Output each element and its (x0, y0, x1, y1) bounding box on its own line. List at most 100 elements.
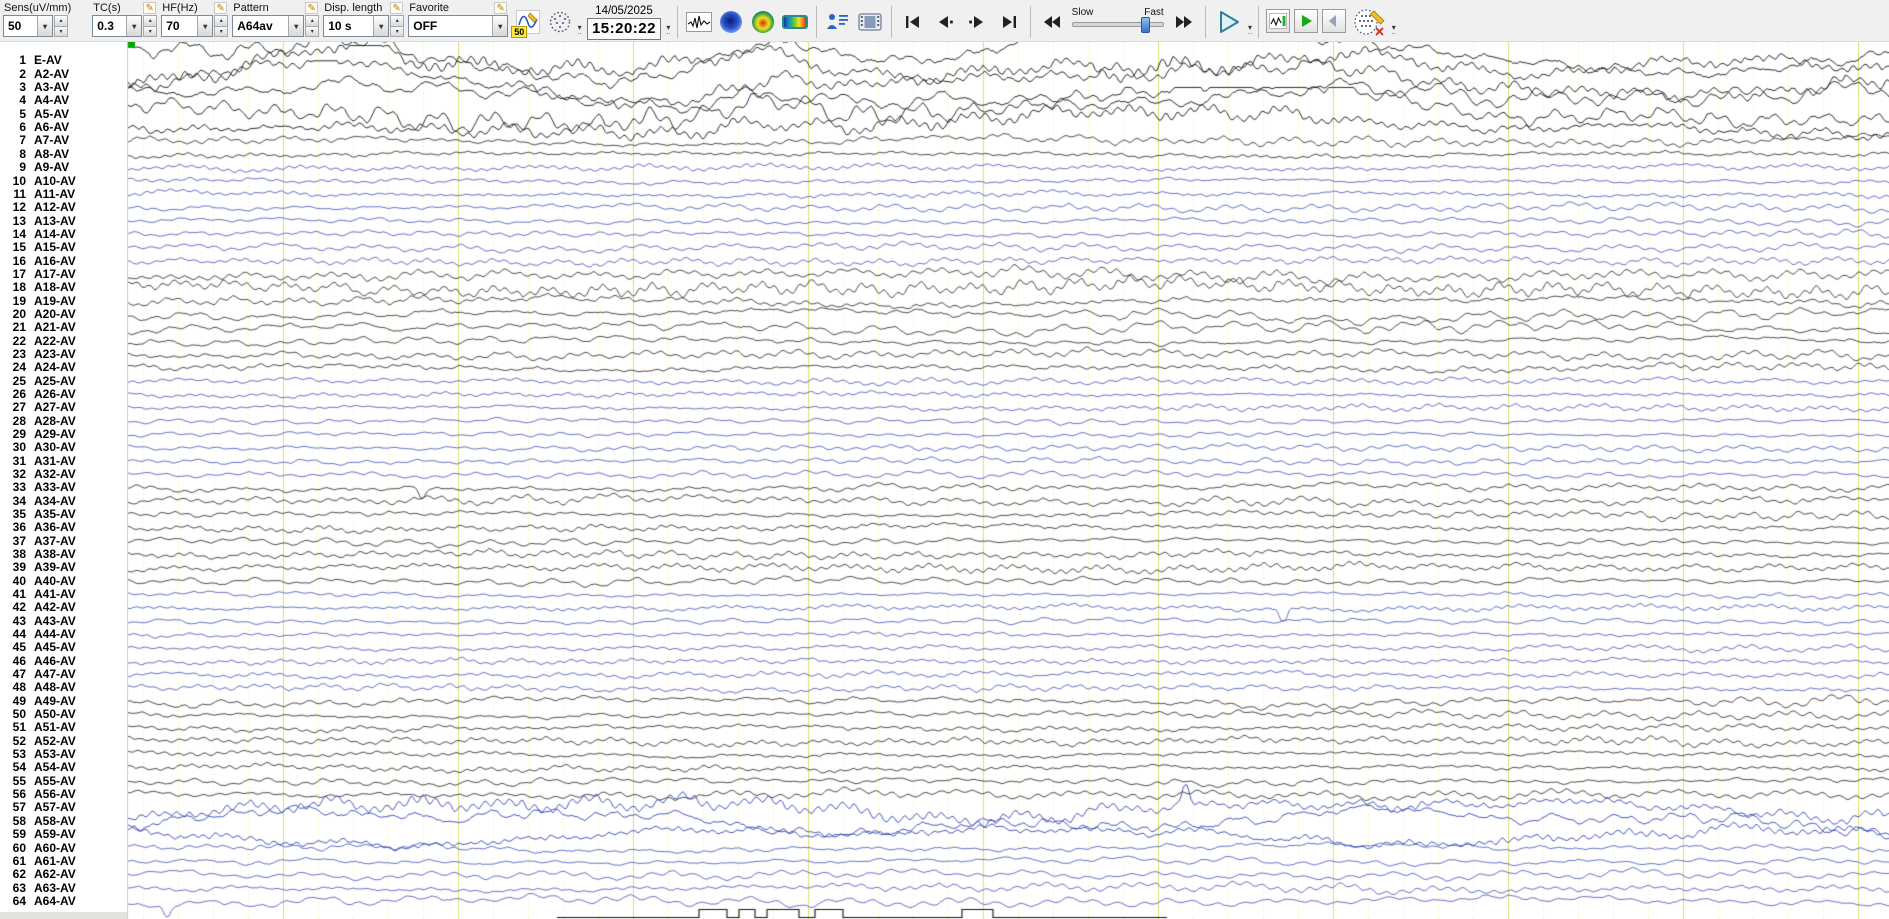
channel-label-row[interactable]: 51 A51-AV (0, 721, 127, 734)
control-spinner[interactable]: ▴ ▾ (54, 15, 68, 37)
brain-topomap-icon[interactable] (718, 9, 744, 35)
channel-label-row[interactable]: 63 A63-AV (0, 881, 127, 894)
control-combobox[interactable]: 10 s ▾ (323, 15, 390, 37)
channel-label-row[interactable]: 50 A50-AV (0, 708, 127, 721)
channel-label-row[interactable]: 48 A48-AV (0, 681, 127, 694)
skip-end-button[interactable] (996, 9, 1022, 35)
channel-label-row[interactable]: 49 A49-AV (0, 694, 127, 708)
channel-label-row[interactable]: 33 A33-AV (0, 481, 127, 494)
montage-edit-button[interactable] (1352, 7, 1388, 37)
channel-label-row[interactable]: 29 A29-AV (0, 427, 127, 441)
spinner-up-icon[interactable]: ▴ (214, 15, 229, 27)
spinner-up-icon[interactable]: ▴ (143, 15, 158, 27)
auto-play-button[interactable] (1294, 9, 1319, 33)
spinner-up-icon[interactable]: ▴ (390, 15, 405, 27)
channel-label-row[interactable]: 17 A17-AV (0, 267, 127, 281)
chevron-down-icon[interactable]: ▾ (492, 16, 508, 36)
channel-label-row[interactable]: 59 A59-AV (0, 828, 127, 841)
edit-pencil-icon[interactable]: ✎ (305, 2, 319, 14)
control-combobox[interactable]: OFF ▾ (408, 15, 509, 37)
edit-pencil-icon[interactable]: ✎ (143, 2, 157, 14)
channel-label-row[interactable]: 12 A12-AV (0, 201, 127, 214)
channel-label-row[interactable]: 47 A47-AV (0, 668, 127, 681)
channel-label-row[interactable]: 5 A5-AV (0, 107, 127, 121)
chevron-down-icon[interactable]: ▾ (37, 16, 52, 36)
channel-label-row[interactable]: 61 A61-AV (0, 854, 127, 868)
rewind-button[interactable] (1039, 9, 1065, 35)
spinner-down-icon[interactable]: ▾ (143, 26, 158, 37)
chevron-down-icon[interactable]: ▾ (288, 16, 304, 36)
control-combobox[interactable]: A64av ▾ (232, 15, 305, 37)
slider-handle[interactable] (1141, 17, 1151, 33)
channel-label-row[interactable]: 9 A9-AV (0, 161, 127, 174)
channel-label-row[interactable]: 55 A55-AV (0, 774, 127, 788)
channel-label-row[interactable]: 24 A24-AV (0, 361, 127, 374)
channel-label-row[interactable]: 1 E-AV (0, 54, 127, 67)
spinner-up-icon[interactable]: ▴ (305, 15, 320, 27)
channel-label-row[interactable]: 13 A13-AV (0, 214, 127, 227)
edit-pencil-icon[interactable]: ✎ (390, 2, 404, 14)
step-forward-button[interactable] (964, 9, 990, 35)
chevron-down-icon[interactable]: ▾ (373, 16, 389, 36)
trend-panel-button[interactable] (1266, 9, 1291, 33)
channel-label-row[interactable]: 22 A22-AV (0, 334, 127, 347)
channel-label-row[interactable]: 31 A31-AV (0, 454, 127, 468)
chevron-down-icon[interactable]: ▾ (126, 16, 142, 36)
channel-label-row[interactable]: 3 A3-AV (0, 81, 127, 94)
dropdown-arrow-icon[interactable]: ▾ ‥ (577, 24, 582, 37)
channel-label-row[interactable]: 25 A25-AV (0, 374, 127, 387)
channel-label-row[interactable]: 21 A21-AV (0, 321, 127, 334)
channel-label-row[interactable]: 4 A4-AV (0, 94, 127, 107)
channel-label-row[interactable]: 34 A34-AV (0, 494, 127, 508)
channel-label-row[interactable]: 46 A46-AV (0, 654, 127, 668)
channel-label-row[interactable]: 10 A10-AV (0, 174, 127, 187)
dropdown-arrow-icon[interactable]: ▾ ‥ (1391, 24, 1396, 37)
control-spinner[interactable]: ▴ ▾ (305, 15, 320, 37)
channel-label-row[interactable]: 14 A14-AV (0, 227, 127, 241)
channel-label-row[interactable]: 42 A42-AV (0, 601, 127, 614)
channel-label-row[interactable]: 2 A2-AV (0, 67, 127, 81)
speed-slider[interactable]: Slow Fast (1071, 7, 1164, 33)
control-spinner[interactable]: ▴ ▾ (214, 15, 229, 37)
channel-label-row[interactable]: 53 A53-AV (0, 748, 127, 761)
channel-label-row[interactable]: 7 A7-AV (0, 134, 127, 147)
channel-label-row[interactable]: 57 A57-AV (0, 801, 127, 814)
channel-label-row[interactable]: 35 A35-AV (0, 508, 127, 521)
play-button[interactable] (1214, 7, 1244, 37)
spinner-down-icon[interactable]: ▾ (214, 26, 229, 37)
channel-label-row[interactable]: 18 A18-AV (0, 281, 127, 294)
control-combobox[interactable]: 70 ▾ (161, 15, 214, 37)
channel-label-row[interactable]: 64 A64-AV (0, 894, 127, 908)
channel-label-row[interactable]: 44 A44-AV (0, 628, 127, 641)
patient-info-icon[interactable] (825, 9, 851, 35)
channel-label-row[interactable]: 26 A26-AV (0, 387, 127, 401)
channel-label-row[interactable]: 20 A20-AV (0, 307, 127, 321)
dropdown-arrow-icon[interactable]: ▾ ‥ (1248, 24, 1253, 37)
channel-label-row[interactable]: 52 A52-AV (0, 734, 127, 748)
dropdown-arrow-icon[interactable]: ▾ ‥ (666, 24, 671, 37)
channel-label-row[interactable]: 6 A6-AV (0, 121, 127, 134)
channel-label-row[interactable]: 37 A37-AV (0, 534, 127, 548)
chevron-down-icon[interactable]: ▾ (197, 16, 213, 36)
spinner-down-icon[interactable]: ▾ (305, 26, 320, 37)
fast-forward-button[interactable] (1171, 9, 1197, 35)
spinner-down-icon[interactable]: ▾ (54, 26, 68, 37)
channel-label-row[interactable]: 39 A39-AV (0, 561, 127, 574)
channel-label-row[interactable]: 36 A36-AV (0, 521, 127, 534)
control-combobox[interactable]: 50 ▾ (3, 15, 53, 37)
channel-label-row[interactable]: 8 A8-AV (0, 147, 127, 161)
channel-label-row[interactable]: 58 A58-AV (0, 814, 127, 828)
channel-label-row[interactable]: 54 A54-AV (0, 761, 127, 774)
channel-label-row[interactable]: 56 A56-AV (0, 788, 127, 801)
edit-pencil-icon[interactable]: ✎ (494, 2, 508, 14)
channel-label-row[interactable]: 62 A62-AV (0, 868, 127, 881)
control-combobox[interactable]: 0.3 ▾ (92, 15, 143, 37)
control-spinner[interactable]: ▴ ▾ (390, 15, 405, 37)
waveform-view-icon[interactable] (685, 9, 712, 35)
channel-label-row[interactable]: 23 A23-AV (0, 347, 127, 361)
channel-label-row[interactable]: 15 A15-AV (0, 241, 127, 254)
control-spinner[interactable]: ▴ ▾ (143, 15, 158, 37)
channel-label-row[interactable]: 40 A40-AV (0, 574, 127, 588)
channel-label-row[interactable]: 19 A19-AV (0, 294, 127, 307)
channel-label-row[interactable]: 28 A28-AV (0, 414, 127, 427)
